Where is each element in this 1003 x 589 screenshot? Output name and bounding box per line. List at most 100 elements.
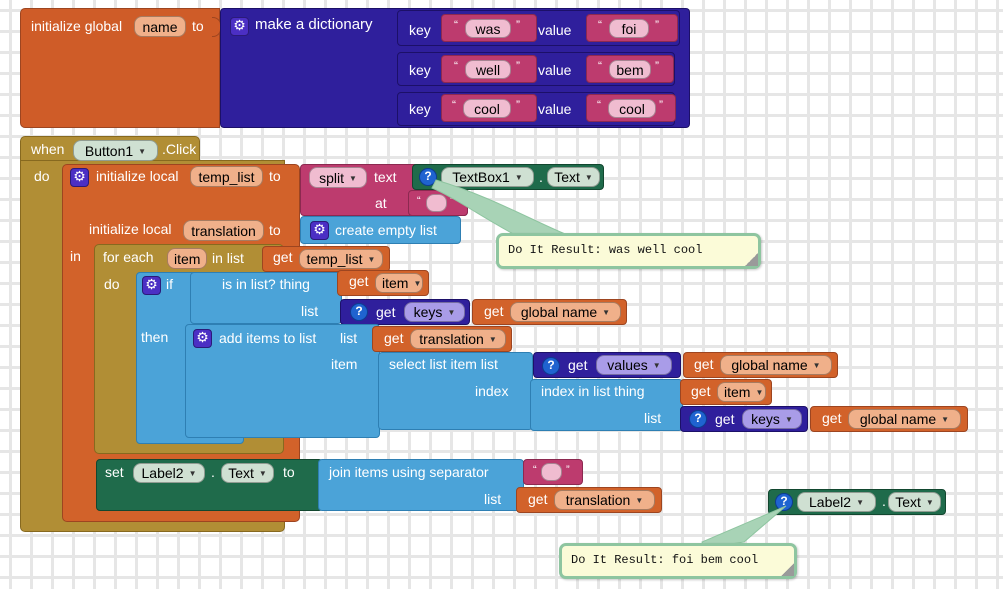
if-mutator-gear-icon[interactable]: [142, 275, 161, 295]
chevron-down-icon[interactable]: ▼: [349, 169, 357, 189]
join-list-label: list: [484, 491, 502, 507]
local-mutator-gear-icon-temp-list[interactable]: [70, 167, 89, 187]
event-component-dropdown[interactable]: Button1 ▼: [73, 140, 158, 161]
chevron-down-icon[interactable]: ▼: [138, 142, 146, 162]
value-text-field-1[interactable]: bem: [609, 60, 651, 79]
for-each-do-text: do: [104, 276, 120, 292]
set-text: set: [105, 464, 124, 480]
chevron-down-icon[interactable]: ▼: [653, 356, 661, 375]
resize-handle[interactable]: [781, 563, 794, 576]
blocks-canvas[interactable]: initialize global name to make a diction…: [0, 0, 1003, 589]
chevron-down-icon[interactable]: ▼: [259, 464, 267, 483]
pair-key-label-1: key: [409, 62, 431, 78]
get-item-thing-text: get: [349, 273, 369, 289]
get-item-index-var: item: [724, 384, 751, 400]
resize-handle[interactable]: [745, 253, 758, 266]
local-temp-list-name-field[interactable]: temp_list: [190, 166, 263, 187]
event-name-text: .Click: [162, 141, 197, 157]
get-values-dropdown[interactable]: values ▼: [596, 355, 672, 375]
chevron-down-icon[interactable]: ▼: [489, 330, 497, 349]
add-items-gear-icon[interactable]: [193, 328, 212, 348]
quote-open-k1: “: [454, 59, 458, 73]
when-text: when: [31, 141, 65, 157]
select-index-label: index: [475, 383, 509, 399]
set-dot: .: [211, 464, 215, 480]
dictionary-mutator-gear-icon[interactable]: [230, 16, 249, 36]
split-mode-dropdown[interactable]: split ▼: [309, 167, 367, 188]
local-translation-name-field[interactable]: translation: [183, 220, 264, 241]
chevron-down-icon[interactable]: ▼: [635, 491, 643, 510]
chevron-down-icon[interactable]: ▼: [755, 383, 763, 402]
quote-open-sep: “: [417, 195, 421, 207]
add-items-item-label: item: [331, 356, 358, 372]
create-empty-list-gear-icon[interactable]: [310, 220, 329, 240]
chevron-down-icon[interactable]: ▼: [368, 250, 376, 269]
key-text-field-2[interactable]: cool: [463, 99, 511, 118]
init-local-translation-text: initialize local: [89, 221, 172, 237]
chevron-down-icon[interactable]: ▼: [813, 356, 821, 375]
floating-component-dropdown[interactable]: Label2 ▼: [797, 492, 876, 512]
get-global-name-values-dropdown[interactable]: global name ▼: [720, 355, 832, 375]
quote-close-k2: ”: [516, 98, 520, 112]
select-list-item-text: select list item list: [389, 356, 498, 372]
quote-close-k0: ”: [516, 18, 520, 32]
split-mode-label: split: [319, 170, 344, 186]
set-property-label: Text: [228, 465, 254, 481]
get-translation-add-var: translation: [419, 331, 484, 347]
split-at-label: at: [375, 195, 387, 211]
help-icon-get-values[interactable]: ?: [542, 357, 560, 375]
floating-property-dropdown[interactable]: Text ▼: [888, 492, 941, 512]
local-translation-in-text: in: [70, 248, 81, 264]
add-items-to-list-text: add items to list: [219, 330, 317, 346]
local-translation-to-text: to: [269, 222, 281, 238]
do-it-result-bottom-text: Do It Result: foi bem cool: [571, 553, 759, 567]
get-values-var: values: [607, 357, 648, 373]
get-global-name-index-dropdown[interactable]: global name ▼: [848, 409, 961, 429]
for-each-loop-var-field[interactable]: item: [167, 248, 207, 269]
chevron-down-icon[interactable]: ▼: [602, 303, 610, 322]
get-item-thing-dropdown[interactable]: item ▼: [375, 273, 423, 293]
value-text-field-2[interactable]: cool: [608, 99, 656, 118]
floating-dot: .: [882, 493, 886, 509]
chevron-down-icon[interactable]: ▼: [189, 464, 197, 483]
value-text-field-0[interactable]: foi: [609, 19, 649, 38]
get-item-index-dropdown[interactable]: item ▼: [717, 382, 766, 402]
get-keys-index-var: keys: [751, 411, 780, 427]
get-translation-add-dropdown[interactable]: translation ▼: [410, 329, 506, 349]
chevron-down-icon[interactable]: ▼: [447, 303, 455, 322]
get-temp-list-dropdown[interactable]: temp_list ▼: [299, 249, 383, 269]
quote-open-v0: “: [598, 18, 602, 32]
event-do-text: do: [34, 168, 50, 184]
chevron-down-icon[interactable]: ▼: [413, 274, 421, 293]
global-name-field[interactable]: name: [134, 16, 186, 37]
get-keys-index-dropdown[interactable]: keys ▼: [742, 409, 802, 429]
chevron-down-icon[interactable]: ▼: [856, 493, 864, 512]
chevron-down-icon[interactable]: ▼: [926, 493, 934, 512]
event-component-label: Button1: [84, 143, 134, 159]
get-global-name-if-text: get: [484, 303, 504, 319]
get-translation-join-text: get: [528, 491, 548, 507]
get-global-name-index-text: get: [822, 410, 842, 426]
quote-close-k1: ”: [516, 59, 520, 73]
pair-key-label-2: key: [409, 101, 431, 117]
set-to-text: to: [283, 464, 295, 480]
get-item-thing-var: item: [382, 275, 409, 291]
chevron-down-icon[interactable]: ▼: [941, 410, 949, 429]
init-global-text: initialize global: [31, 18, 123, 34]
help-icon-get-keys-index[interactable]: ?: [689, 410, 707, 428]
key-text-field-0[interactable]: was: [465, 19, 511, 38]
get-keys-if-dropdown[interactable]: keys ▼: [404, 302, 465, 322]
do-it-result-top: Do It Result: was well cool: [496, 233, 761, 269]
set-component-dropdown[interactable]: Label2 ▼: [133, 463, 205, 483]
help-icon-get-keys-if[interactable]: ?: [350, 303, 368, 321]
set-property-dropdown[interactable]: Text ▼: [221, 463, 274, 483]
key-text-field-1[interactable]: well: [465, 60, 511, 79]
get-global-name-if-dropdown[interactable]: global name ▼: [510, 302, 621, 322]
for-each-in-list-text: in list: [212, 250, 244, 266]
join-separator-field[interactable]: [541, 463, 562, 481]
get-values-text: get: [568, 357, 588, 373]
get-translation-join-dropdown[interactable]: translation ▼: [554, 490, 655, 510]
chevron-down-icon[interactable]: ▼: [785, 410, 793, 429]
index-list-label: list: [644, 410, 662, 426]
quote-close-v1: ”: [655, 59, 659, 73]
